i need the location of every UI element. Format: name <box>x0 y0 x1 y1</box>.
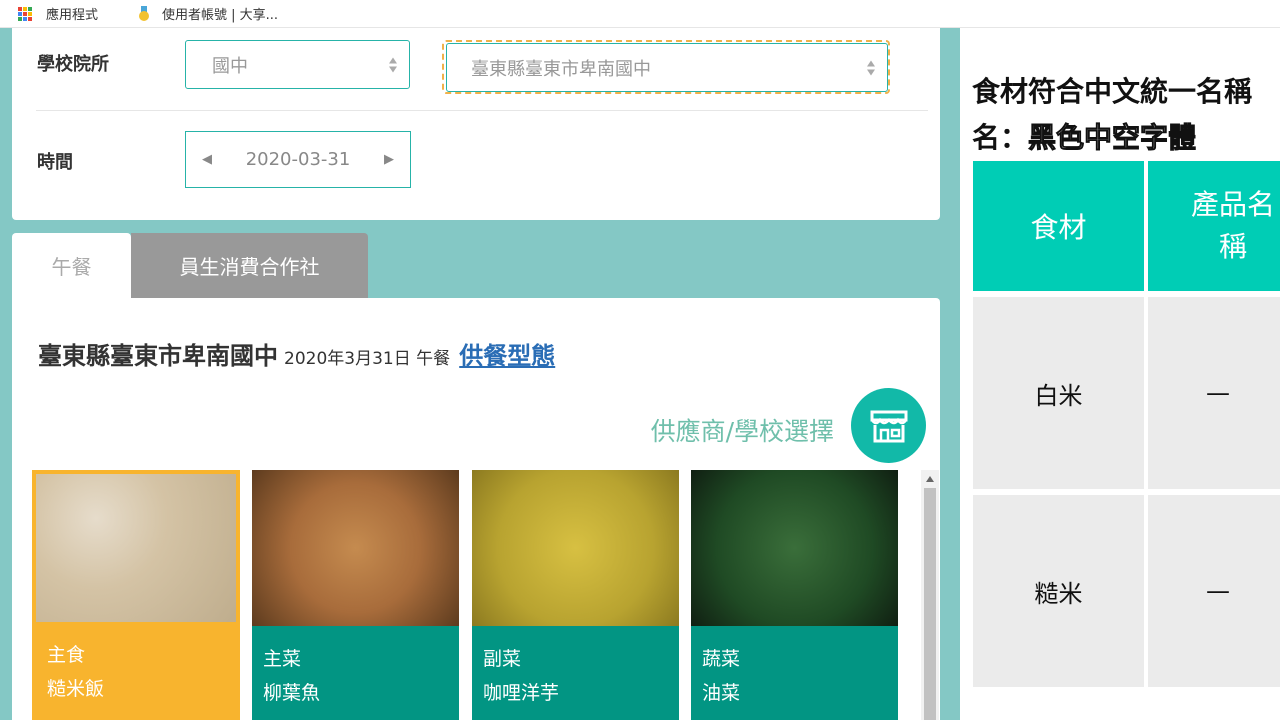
menu-date-meal: 2020年3月31日 午餐 <box>284 349 451 369</box>
date-value: 2020-03-31 <box>245 149 351 170</box>
apps-grid-icon <box>18 6 32 21</box>
table-cell-ingredient: 糙米 <box>973 495 1144 687</box>
dish-caption: 蔬菜 油菜 <box>691 626 898 720</box>
dish-category: 蔬菜 <box>702 648 741 670</box>
dish-card-main-food[interactable]: 主食 糙米飯 <box>32 470 240 720</box>
dish-card-main-dish[interactable]: 主菜 柳葉魚 <box>252 470 459 720</box>
store-icon <box>870 410 907 442</box>
menu-content-card: 臺東縣臺東市卑南國中 2020年3月31日 午餐 供餐型態 供應商/學校選擇 主食… <box>12 298 940 720</box>
menu-school-name: 臺東縣臺東市卑南國中 <box>38 342 278 370</box>
dish-category: 副菜 <box>483 648 522 670</box>
date-picker[interactable]: ◀ 2020-03-31 ▶ <box>185 131 411 188</box>
bookmark-apps[interactable]: 應用程式 <box>18 4 98 23</box>
select-arrows-icon <box>867 60 875 75</box>
school-select-value: 臺東縣臺東市卑南國中 <box>471 58 651 80</box>
bookmark-account[interactable]: 使用者帳號 | 大享... <box>138 4 278 23</box>
dish-name: 柳葉魚 <box>263 682 321 704</box>
date-next-button[interactable]: ▶ <box>384 152 394 167</box>
ingredient-title: 食材符合中文統一名稱 <box>972 75 1253 108</box>
dish-card-vegetable[interactable]: 蔬菜 油菜 <box>691 470 898 720</box>
table-cell-ingredient: 白米 <box>973 297 1144 489</box>
table-header-product: 產品名稱 <box>1148 161 1280 291</box>
bookmark-account-label: 使用者帳號 | 大享... <box>162 8 279 23</box>
time-label: 時間 <box>37 152 73 173</box>
dish-name: 糙米飯 <box>47 678 105 700</box>
scroll-thumb[interactable] <box>924 488 936 720</box>
date-prev-button[interactable]: ◀ <box>202 152 212 167</box>
dish-caption: 副菜 咖哩洋芋 <box>472 626 679 720</box>
level-select-value: 國中 <box>212 55 248 77</box>
filter-card: 學校院所 國中 臺東縣臺東市卑南國中 時間 ◀ 2020-03-31 ▶ <box>12 28 940 220</box>
ingredient-subtitle-prefix: 名： <box>972 121 1029 154</box>
dish-caption: 主食 糙米飯 <box>36 622 236 716</box>
dish-category: 主食 <box>47 644 86 666</box>
dish-category: 主菜 <box>263 648 302 670</box>
bookmarks-bar: 應用程式 使用者帳號 | 大享... <box>0 0 1280 28</box>
dish-name: 咖哩洋芋 <box>483 682 560 704</box>
dish-photo-curry <box>472 470 679 626</box>
table-header-ingredient: 食材 <box>973 161 1144 291</box>
supply-type-link[interactable]: 供餐型態 <box>459 342 555 370</box>
dish-card-side-dish[interactable]: 副菜 咖哩洋芋 <box>472 470 679 720</box>
scroll-up-arrow-icon[interactable] <box>926 476 934 482</box>
medal-icon <box>138 5 150 22</box>
bookmark-apps-label: 應用程式 <box>46 8 99 23</box>
table-cell-product: — <box>1148 495 1280 687</box>
level-select[interactable]: 國中 <box>185 40 410 89</box>
tab-lunch[interactable]: 午餐 <box>12 233 131 298</box>
dishes-scrollbar[interactable] <box>921 470 939 720</box>
dish-name: 油菜 <box>702 682 741 704</box>
menu-heading: 臺東縣臺東市卑南國中 2020年3月31日 午餐 供餐型態 <box>38 336 555 371</box>
ingredient-subtitle-outline: 黑色中空字體 <box>1028 121 1197 155</box>
dish-photo-vegetable <box>691 470 898 626</box>
table-header-product-text: 產品名稱 <box>1190 188 1275 263</box>
school-select[interactable]: 臺東縣臺東市卑南國中 <box>446 43 888 92</box>
table-cell-product: — <box>1148 297 1280 489</box>
ingredient-panel: 食材符合中文統一名稱 名：黑色中空字體 食材 產品名稱 白米 — 糙米 — <box>960 28 1280 720</box>
store-select-button[interactable] <box>851 388 926 463</box>
dish-photo-rice <box>36 474 236 622</box>
dish-photo-fish <box>252 470 459 626</box>
menu-panel: 學校院所 國中 臺東縣臺東市卑南國中 時間 ◀ 2020-03-31 ▶ 午餐 … <box>0 28 960 720</box>
filter-divider <box>36 110 928 111</box>
supplier-select-label[interactable]: 供應商/學校選擇 <box>651 412 834 448</box>
dish-caption: 主菜 柳葉魚 <box>252 626 459 720</box>
tab-coop[interactable]: 員生消費合作社 <box>131 233 368 298</box>
school-label: 學校院所 <box>37 54 109 75</box>
ingredient-subtitle: 名：黑色中空字體 <box>972 116 1197 156</box>
select-arrows-icon <box>389 57 397 72</box>
